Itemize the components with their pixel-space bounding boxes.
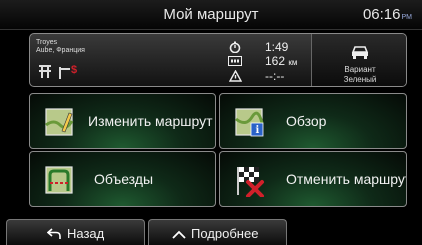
more-button[interactable]: Подробнее: [148, 219, 287, 245]
map-info-icon: i: [235, 108, 264, 137]
destination-city: Troyes: [36, 39, 58, 46]
page-title: Мой маршрут: [163, 6, 259, 23]
car-icon: [351, 46, 369, 59]
clock: 06:16PM: [363, 6, 412, 23]
back-label: Назад: [67, 226, 105, 241]
stopwatch-icon: [227, 40, 243, 54]
map-detour-icon: [45, 166, 73, 194]
duration-row: 1:49: [227, 40, 288, 54]
title-bar: Мой маршрут 06:16PM: [0, 0, 422, 30]
toll-road-icon: $: [59, 64, 77, 79]
route-type-icons: $: [36, 62, 80, 80]
overview-label: Обзор: [286, 113, 327, 129]
cancel-route-label: Отменить маршрут: [286, 171, 407, 187]
distance-row: 162 км: [227, 54, 297, 68]
variant-value: Зеленый: [343, 75, 377, 84]
distance-value: 162 км: [265, 54, 298, 68]
distance-icon: [227, 54, 243, 68]
change-route-button[interactable]: Изменить маршрут: [29, 93, 216, 149]
change-route-label: Изменить маршрут: [88, 113, 213, 129]
bottom-bar: Назад Подробнее: [0, 215, 422, 245]
arrival-value: --:--: [265, 69, 285, 83]
map-edit-icon: [45, 108, 74, 136]
back-arrow-icon: [47, 228, 61, 239]
destination-region: Aube, Франция: [36, 47, 85, 54]
svg-text:i: i: [256, 125, 260, 136]
detours-button[interactable]: Объезды: [29, 151, 216, 207]
detours-label: Объезды: [94, 171, 154, 187]
trip-stats: 1:49 162 км --:--: [215, 34, 310, 86]
back-button[interactable]: Назад: [6, 219, 145, 245]
variant-label: Вариант: [344, 65, 376, 74]
duration-value: 1:49: [265, 40, 289, 54]
cancel-route-button[interactable]: Отменить маршрут: [219, 151, 407, 207]
checkered-flag-cancel-icon: [237, 167, 264, 197]
arrival-row: --:--: [227, 69, 284, 83]
clock-time: 06:16: [362, 6, 401, 23]
route-variant-button[interactable]: Вариант Зеленый: [311, 34, 406, 86]
destination-info[interactable]: Troyes Aube, Франция $: [30, 34, 215, 86]
svg-text:$: $: [71, 64, 77, 76]
highway-icon: [39, 65, 51, 78]
flag-warning-icon: [227, 69, 243, 83]
chevron-up-icon: [172, 230, 186, 239]
clock-ampm: PM: [401, 14, 413, 21]
overview-button[interactable]: i Обзор: [219, 93, 407, 149]
route-summary-panel: Troyes Aube, Франция $ 1:49 162 км --:--…: [29, 33, 407, 87]
more-label: Подробнее: [191, 226, 259, 241]
